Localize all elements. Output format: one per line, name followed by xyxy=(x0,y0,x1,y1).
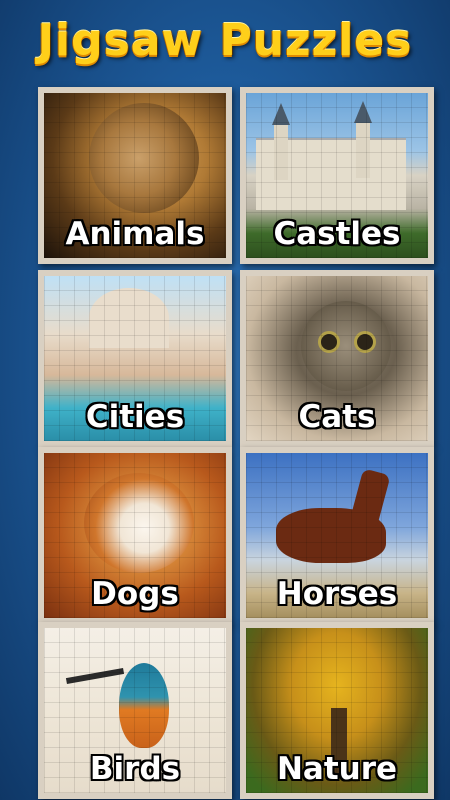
category-tile-castles[interactable]: Castles xyxy=(240,87,434,264)
category-label: Cats xyxy=(298,399,376,435)
category-tile-dogs[interactable]: Dogs xyxy=(38,447,232,624)
category-label: Nature xyxy=(276,751,398,787)
category-label: Animals xyxy=(65,216,205,252)
app-title: Jigsaw Puzzles xyxy=(37,15,413,66)
category-tile-cats[interactable]: Cats xyxy=(240,270,434,447)
category-label: Birds xyxy=(89,751,181,787)
category-label: Castles xyxy=(273,216,401,252)
category-tile-horses[interactable]: Horses xyxy=(240,447,434,624)
category-label: Dogs xyxy=(91,576,179,612)
category-tile-nature[interactable]: Nature xyxy=(240,622,434,799)
category-label: Horses xyxy=(276,576,398,612)
category-tile-animals[interactable]: Animals xyxy=(38,87,232,264)
category-tile-cities[interactable]: Cities xyxy=(38,270,232,447)
category-label: Cities xyxy=(85,399,185,435)
category-tile-birds[interactable]: Birds xyxy=(38,622,232,799)
